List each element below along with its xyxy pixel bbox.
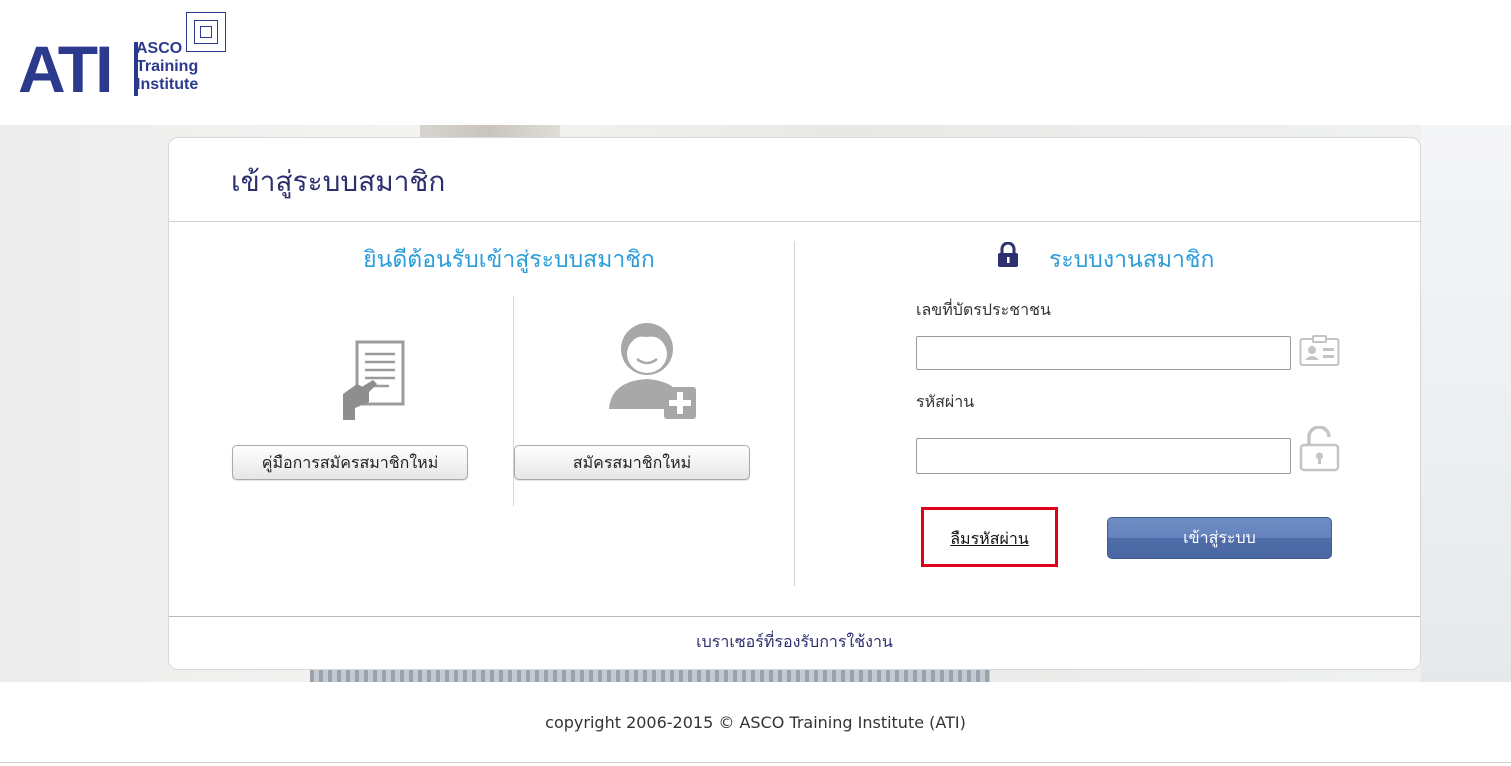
panel-divider	[794, 241, 795, 586]
forgot-password-highlight: ลืมรหัสผ่าน	[921, 507, 1058, 567]
document-hand-icon	[343, 340, 405, 420]
password-label: รหัสผ่าน	[916, 392, 975, 411]
footer-divider	[169, 616, 1420, 617]
logo-line-1: ASCO	[136, 40, 183, 57]
lock-icon	[998, 242, 1018, 267]
registration-manual-button[interactable]: คู่มือการสมัครสมาชิกใหม่	[232, 445, 468, 480]
unlock-icon	[1299, 426, 1340, 472]
background-building	[310, 668, 990, 682]
id-number-label: เลขที่บัตรประชาชน	[916, 300, 1051, 319]
login-card: เข้าสู่ระบบสมาชิก ยินดีต้อนรับเข้าสู่ระบ…	[168, 137, 1421, 670]
logo-line-2: Training	[136, 58, 199, 75]
page-title: เข้าสู่ระบบสมาชิก	[231, 165, 446, 198]
welcome-heading: ยินดีต้อนรับเข้าสู่ระบบสมาชิก	[363, 247, 655, 273]
logo-institute-text: ASCO Training Institute	[136, 40, 198, 94]
add-user-icon	[609, 323, 696, 419]
id-card-icon	[1299, 335, 1340, 366]
login-button[interactable]: เข้าสู่ระบบ	[1107, 517, 1332, 559]
supported-browsers-link[interactable]: เบราเซอร์ที่รองรับการใช้งาน	[169, 630, 1420, 655]
id-number-input[interactable]	[916, 336, 1291, 370]
password-input[interactable]	[916, 438, 1291, 474]
copyright-text: copyright 2006-2015 © ASCO Training Inst…	[545, 713, 966, 732]
header: ATI ASCO Training Institute	[0, 0, 1511, 125]
ati-logo[interactable]: ATI ASCO Training Institute	[18, 12, 230, 106]
register-new-member-button[interactable]: สมัครสมาชิกใหม่	[514, 445, 750, 480]
page-bottom-line	[0, 762, 1511, 763]
member-system-heading: ระบบงานสมาชิก	[1049, 247, 1215, 273]
forgot-password-link[interactable]: ลืมรหัสผ่าน	[924, 527, 1055, 552]
logo-ati-text: ATI	[18, 32, 113, 106]
title-divider	[169, 221, 1420, 222]
background-right	[1421, 125, 1511, 682]
logo-line-3: Institute	[136, 76, 199, 93]
